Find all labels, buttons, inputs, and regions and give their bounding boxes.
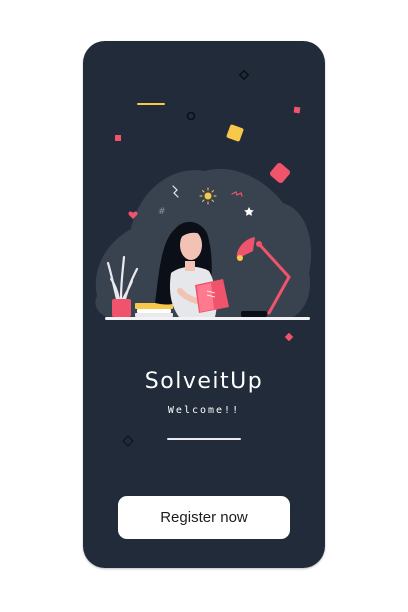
welcome-illustration: # (95, 69, 312, 342)
square-pink-small-icon (115, 135, 121, 141)
desk-surface (105, 317, 310, 320)
app-title: SolveitUp (144, 369, 264, 394)
hash-icon: # (158, 207, 166, 217)
divider-line (167, 438, 241, 440)
welcome-subtitle: Welcome!! (167, 405, 241, 416)
register-button[interactable]: Register now (118, 496, 290, 539)
sun-icon (204, 192, 212, 200)
dash-decoration (137, 103, 165, 105)
diamond-outline-icon (122, 435, 134, 447)
square-pink-large-icon (269, 162, 291, 184)
circle-outline-icon (186, 111, 196, 121)
phone-screen: # SolveitUp Welcome!! Register now (83, 41, 325, 568)
square-yellow-icon (226, 124, 244, 142)
square-pink-icon (293, 106, 301, 114)
diamond-outline-icon (238, 69, 250, 81)
books-icon (135, 303, 173, 317)
diamond-pink-icon (284, 332, 294, 342)
